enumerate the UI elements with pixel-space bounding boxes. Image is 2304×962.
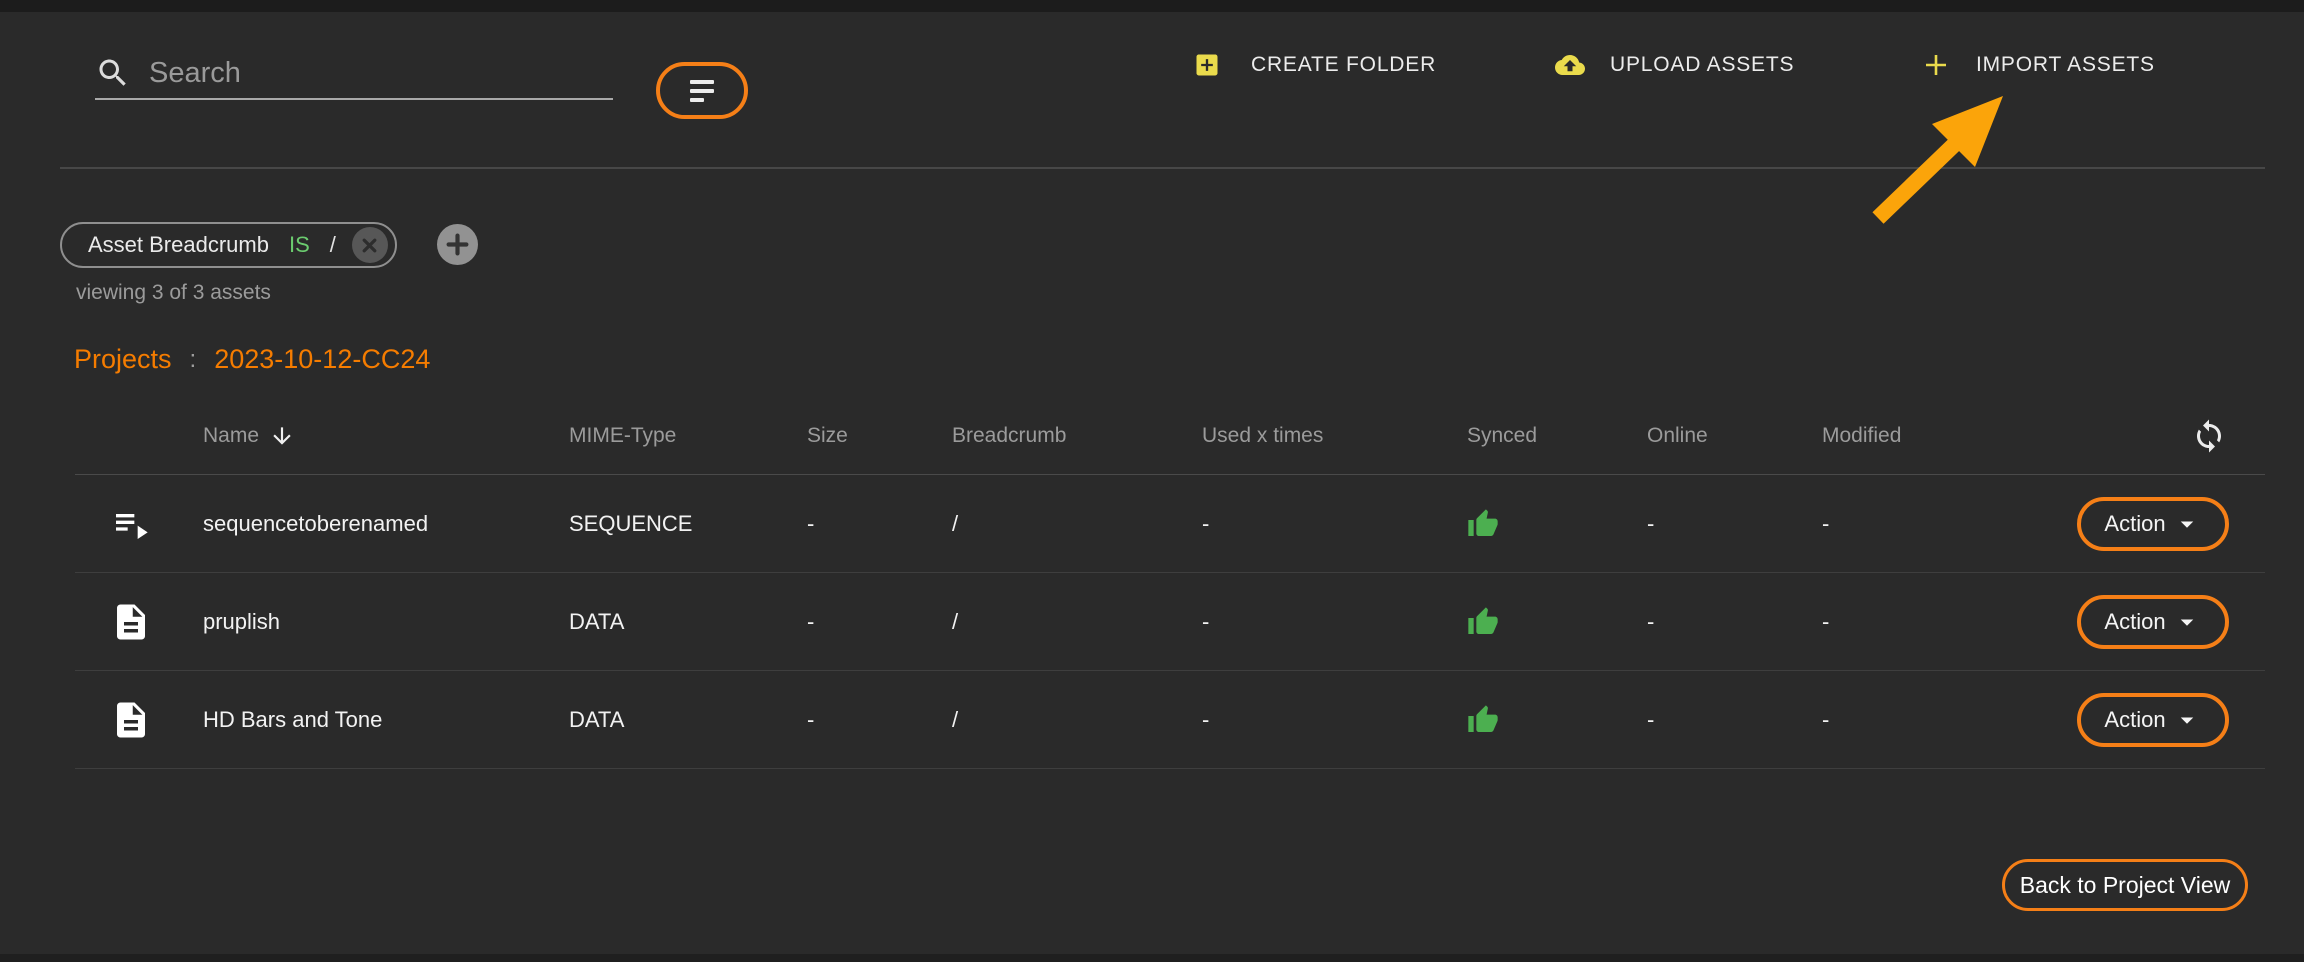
add-box-icon	[1193, 51, 1221, 79]
column-header-mime-type[interactable]: MIME-Type	[569, 424, 807, 448]
column-header-name-label: Name	[203, 424, 259, 448]
asset-synced-status	[1467, 508, 1647, 540]
action-dropdown-button[interactable]: Action	[2077, 693, 2229, 747]
asset-modified: -	[1822, 707, 2057, 733]
filter-chip[interactable]: Asset Breadcrumb IS /	[60, 222, 397, 268]
asset-breadcrumb: /	[952, 707, 1202, 733]
remove-filter-button[interactable]	[352, 227, 388, 263]
asset-synced-status	[1467, 704, 1647, 736]
action-dropdown-button[interactable]: Action	[2077, 497, 2229, 551]
filter-chip-value: /	[330, 232, 336, 258]
sort-lines-icon	[690, 80, 714, 102]
action-button-label: Action	[2104, 511, 2165, 537]
top-edge-strip	[0, 0, 2304, 12]
asset-online: -	[1647, 707, 1822, 733]
viewing-count-text: viewing 3 of 3 assets	[76, 281, 271, 305]
action-button-label: Action	[2104, 609, 2165, 635]
refresh-icon	[2191, 418, 2227, 454]
asset-mime-type: DATA	[569, 609, 807, 635]
header-divider	[60, 167, 2265, 169]
column-header-online[interactable]: Online	[1647, 424, 1822, 448]
column-header-size[interactable]: Size	[807, 424, 952, 448]
asset-name: pruplish	[187, 609, 569, 635]
search-input[interactable]	[147, 56, 613, 91]
upload-assets-label: UPLOAD ASSETS	[1610, 53, 1794, 77]
filter-sort-button[interactable]	[656, 62, 748, 119]
column-header-modified[interactable]: Modified	[1822, 424, 2057, 448]
plus-circle-icon	[446, 233, 469, 256]
column-header-name[interactable]: Name	[187, 423, 569, 449]
asset-size: -	[807, 609, 952, 635]
chevron-down-icon	[2172, 607, 2202, 637]
table-row[interactable]: HD Bars and Tone DATA - / - - - Action	[75, 671, 2265, 769]
create-folder-button[interactable]: CREATE FOLDER	[1193, 46, 1436, 84]
assets-table: Name MIME-Type Size Breadcrumb Used x ti…	[75, 398, 2265, 769]
asset-used-times: -	[1202, 707, 1467, 733]
thumbs-up-icon	[1467, 606, 1499, 638]
sequence-icon	[75, 504, 187, 544]
column-header-breadcrumb[interactable]: Breadcrumb	[952, 424, 1202, 448]
sort-descending-arrow-icon	[269, 423, 295, 449]
action-button-label: Action	[2104, 707, 2165, 733]
asset-online: -	[1647, 609, 1822, 635]
asset-name: HD Bars and Tone	[187, 707, 569, 733]
asset-modified: -	[1822, 609, 2057, 635]
asset-breadcrumb: /	[952, 609, 1202, 635]
bottom-edge-strip	[0, 954, 2304, 962]
asset-mime-type: DATA	[569, 707, 807, 733]
action-dropdown-button[interactable]: Action	[2077, 595, 2229, 649]
filter-chip-field: Asset Breadcrumb	[88, 232, 269, 258]
chevron-down-icon	[2172, 705, 2202, 735]
import-assets-label: IMPORT ASSETS	[1976, 53, 2155, 77]
file-icon	[75, 699, 187, 741]
asset-size: -	[807, 511, 952, 537]
asset-online: -	[1647, 511, 1822, 537]
breadcrumb-separator: :	[190, 346, 197, 374]
asset-size: -	[807, 707, 952, 733]
import-assets-button[interactable]: IMPORT ASSETS	[1922, 46, 2155, 84]
chevron-down-icon	[2172, 509, 2202, 539]
asset-mime-type: SEQUENCE	[569, 511, 807, 537]
close-icon	[361, 237, 378, 254]
thumbs-up-icon	[1467, 508, 1499, 540]
search-field[interactable]	[95, 48, 613, 100]
column-header-synced[interactable]: Synced	[1467, 424, 1647, 448]
back-to-project-view-button[interactable]: Back to Project View	[2002, 859, 2248, 911]
table-row[interactable]: pruplish DATA - / - - - Action	[75, 573, 2265, 671]
column-header-used-x-times[interactable]: Used x times	[1202, 424, 1467, 448]
asset-modified: -	[1822, 511, 2057, 537]
asset-used-times: -	[1202, 511, 1467, 537]
filter-chip-operator: IS	[289, 232, 310, 258]
table-row[interactable]: sequencetoberenamed SEQUENCE - / - - - A…	[75, 475, 2265, 573]
breadcrumb-project-name-link[interactable]: 2023-10-12-CC24	[214, 344, 430, 375]
file-icon	[75, 601, 187, 643]
refresh-table-button[interactable]	[2191, 418, 2265, 454]
asset-breadcrumb: /	[952, 511, 1202, 537]
cloud-upload-icon	[1552, 50, 1588, 80]
table-header-row: Name MIME-Type Size Breadcrumb Used x ti…	[75, 398, 2265, 475]
add-filter-button[interactable]	[437, 224, 478, 265]
asset-used-times: -	[1202, 609, 1467, 635]
asset-name: sequencetoberenamed	[187, 511, 569, 537]
breadcrumb-projects-link[interactable]: Projects	[74, 344, 172, 375]
search-icon	[95, 55, 131, 91]
plus-icon	[1922, 51, 1950, 79]
create-folder-label: CREATE FOLDER	[1251, 53, 1436, 77]
asset-manager-screen: CREATE FOLDER UPLOAD ASSETS IMPORT ASSET…	[0, 0, 2304, 962]
upload-assets-button[interactable]: UPLOAD ASSETS	[1552, 46, 1794, 84]
thumbs-up-icon	[1467, 704, 1499, 736]
asset-synced-status	[1467, 606, 1647, 638]
breadcrumb: Projects : 2023-10-12-CC24	[74, 344, 430, 375]
